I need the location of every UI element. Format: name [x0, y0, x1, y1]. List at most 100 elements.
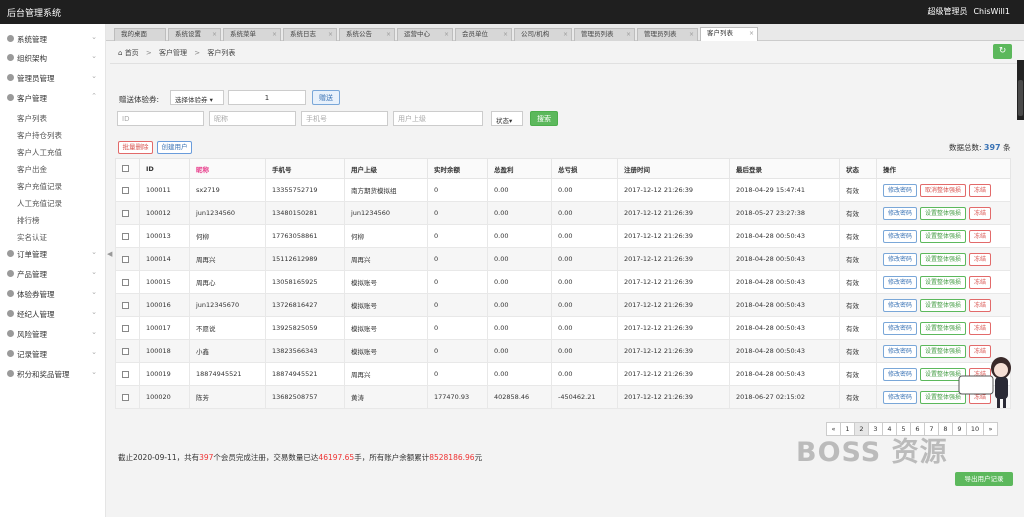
search-button[interactable]: 搜索 — [530, 111, 558, 126]
freeze-button[interactable]: 冻结 — [969, 252, 992, 266]
close-icon[interactable]: × — [689, 29, 694, 40]
tab[interactable]: 系统设置 × — [168, 28, 221, 41]
sidebar-item[interactable]: 管理员管理 ⌄ — [0, 68, 106, 87]
col-nickname[interactable]: 昵称 — [189, 158, 266, 179]
close-icon[interactable]: × — [272, 29, 277, 40]
sidebar-item[interactable]: 订单管理 ⌄ — [0, 244, 106, 263]
sidebar-subitem[interactable]: 客户出金 — [17, 164, 47, 175]
sidebar-item[interactable]: 积分和奖品管理 ⌄ — [0, 364, 106, 383]
change-password-button[interactable]: 修改密码 — [883, 321, 918, 335]
collapse-icon[interactable]: ◀ — [107, 250, 113, 264]
risk-setting-button[interactable]: 设置整体强损 — [920, 252, 967, 266]
row-checkbox[interactable] — [122, 186, 129, 194]
row-checkbox[interactable] — [122, 278, 129, 286]
row-checkbox[interactable] — [122, 209, 129, 217]
sidebar-subitem[interactable]: 排行榜 — [17, 215, 40, 226]
select-all-checkbox[interactable] — [122, 165, 129, 172]
change-password-button[interactable]: 修改密码 — [883, 183, 918, 197]
close-icon[interactable]: × — [386, 29, 391, 40]
sidebar-item[interactable]: 经纪人管理 ⌄ — [0, 304, 106, 323]
tab[interactable]: 公司/机构 × — [514, 28, 572, 41]
sidebar-subitem[interactable]: 实名认证 — [17, 232, 47, 243]
sidebar-item[interactable]: 体验券管理 ⌄ — [0, 284, 106, 303]
user-info[interactable]: 超级管理员 ChisWill1 — [927, 6, 1010, 17]
username[interactable]: ChisWill1 — [973, 7, 1010, 16]
change-password-button[interactable]: 修改密码 — [883, 275, 918, 289]
row-checkbox[interactable] — [122, 393, 129, 401]
freeze-button[interactable]: 冻结 — [969, 206, 992, 220]
sidebar-subitem[interactable]: 客户充值记录 — [17, 181, 62, 192]
risk-setting-button[interactable]: 取消整体强损 — [920, 183, 967, 197]
sidebar-subitem[interactable]: 人工充值记录 — [17, 198, 62, 209]
change-password-button[interactable]: 修改密码 — [883, 252, 918, 266]
sidebar-item[interactable]: 风险管理 ⌄ — [0, 324, 106, 343]
col-id[interactable]: ID — [139, 158, 190, 179]
breadcrumb-level1[interactable]: 客户管理 — [159, 49, 187, 57]
risk-setting-button[interactable]: 设置整体强损 — [920, 275, 967, 289]
scrollbar[interactable] — [1017, 60, 1024, 120]
tab[interactable]: 系统菜单 × — [223, 28, 281, 41]
breadcrumb-home[interactable]: 首页 — [125, 49, 139, 57]
tab[interactable]: 管理员列表 × — [637, 28, 698, 41]
row-checkbox[interactable] — [122, 301, 129, 309]
export-button[interactable]: 导出用户记录 — [955, 472, 1013, 486]
next-page-button[interactable]: » — [983, 422, 998, 436]
tab[interactable]: 运营中心 × — [397, 28, 453, 41]
change-password-button[interactable]: 修改密码 — [883, 206, 918, 220]
close-icon[interactable]: × — [212, 29, 217, 40]
nickname-input[interactable] — [209, 111, 296, 126]
parent-input[interactable] — [393, 111, 483, 126]
sidebar-item[interactable]: 系统管理 ⌄ — [0, 29, 106, 48]
close-icon[interactable]: × — [749, 28, 754, 39]
freeze-button[interactable]: 冻结 — [969, 275, 992, 289]
batch-delete-button[interactable]: 批量删除 — [118, 141, 153, 154]
risk-setting-button[interactable]: 设置整体强损 — [920, 321, 967, 335]
row-checkbox[interactable] — [122, 347, 129, 355]
tab[interactable]: 我的桌面 — [114, 28, 166, 41]
sidebar-subitem[interactable]: 客户持仓列表 — [17, 130, 62, 141]
sidebar-subitem[interactable]: 客户人工充值 — [17, 147, 62, 158]
status-select[interactable]: 状态▾ — [491, 111, 523, 126]
sidebar-item[interactable]: 客户管理 ⌃ — [0, 88, 106, 107]
scrollbar-thumb[interactable] — [1018, 80, 1023, 116]
close-icon[interactable]: × — [563, 29, 568, 40]
freeze-button[interactable]: 冻结 — [969, 298, 992, 312]
change-password-button[interactable]: 修改密码 — [883, 344, 918, 358]
sidebar-subitem[interactable]: 客户列表 — [17, 113, 47, 124]
row-checkbox[interactable] — [122, 324, 129, 332]
close-icon[interactable]: × — [626, 29, 631, 40]
risk-setting-button[interactable]: 设置整体强损 — [920, 206, 967, 220]
refresh-button[interactable]: ↻ — [993, 44, 1012, 59]
sidebar-item[interactable]: 产品管理 ⌄ — [0, 264, 106, 283]
tab[interactable]: 会员单位 × — [455, 28, 512, 41]
freeze-button[interactable]: 冻结 — [969, 183, 992, 197]
freeze-button[interactable]: 冻结 — [969, 229, 992, 243]
risk-setting-button[interactable]: 设置整体强损 — [920, 229, 967, 243]
change-password-button[interactable]: 修改密码 — [883, 390, 918, 404]
change-password-button[interactable]: 修改密码 — [883, 229, 918, 243]
id-input[interactable] — [117, 111, 204, 126]
close-icon[interactable]: × — [444, 29, 449, 40]
row-checkbox[interactable] — [122, 370, 129, 378]
gift-qty-input[interactable] — [228, 90, 306, 105]
freeze-button[interactable]: 冻结 — [969, 321, 992, 335]
send-button[interactable]: 赠送 — [312, 90, 340, 105]
close-icon[interactable]: × — [503, 29, 508, 40]
create-user-button[interactable]: 创建用户 — [157, 141, 192, 154]
page-button[interactable]: 10 — [966, 422, 984, 436]
change-password-button[interactable]: 修改密码 — [883, 367, 918, 381]
sidebar-item[interactable]: 记录管理 ⌄ — [0, 344, 106, 363]
tab[interactable]: 系统公告 × — [339, 28, 395, 41]
change-password-button[interactable]: 修改密码 — [883, 298, 918, 312]
row-checkbox[interactable] — [122, 255, 129, 263]
sidebar-item[interactable]: 组织架构 ⌄ — [0, 48, 106, 67]
row-checkbox[interactable] — [122, 232, 129, 240]
close-icon[interactable]: × — [328, 29, 333, 40]
tab[interactable]: 系统日志 × — [283, 28, 337, 41]
gift-select[interactable]: 选择体验券 ▾ — [170, 90, 224, 105]
tab[interactable]: 客户列表 × — [700, 27, 758, 41]
tab[interactable]: 管理员列表 × — [574, 28, 635, 41]
risk-setting-button[interactable]: 设置整体强损 — [920, 298, 967, 312]
phone-input[interactable] — [301, 111, 388, 126]
page-button[interactable]: 9 — [952, 422, 967, 436]
